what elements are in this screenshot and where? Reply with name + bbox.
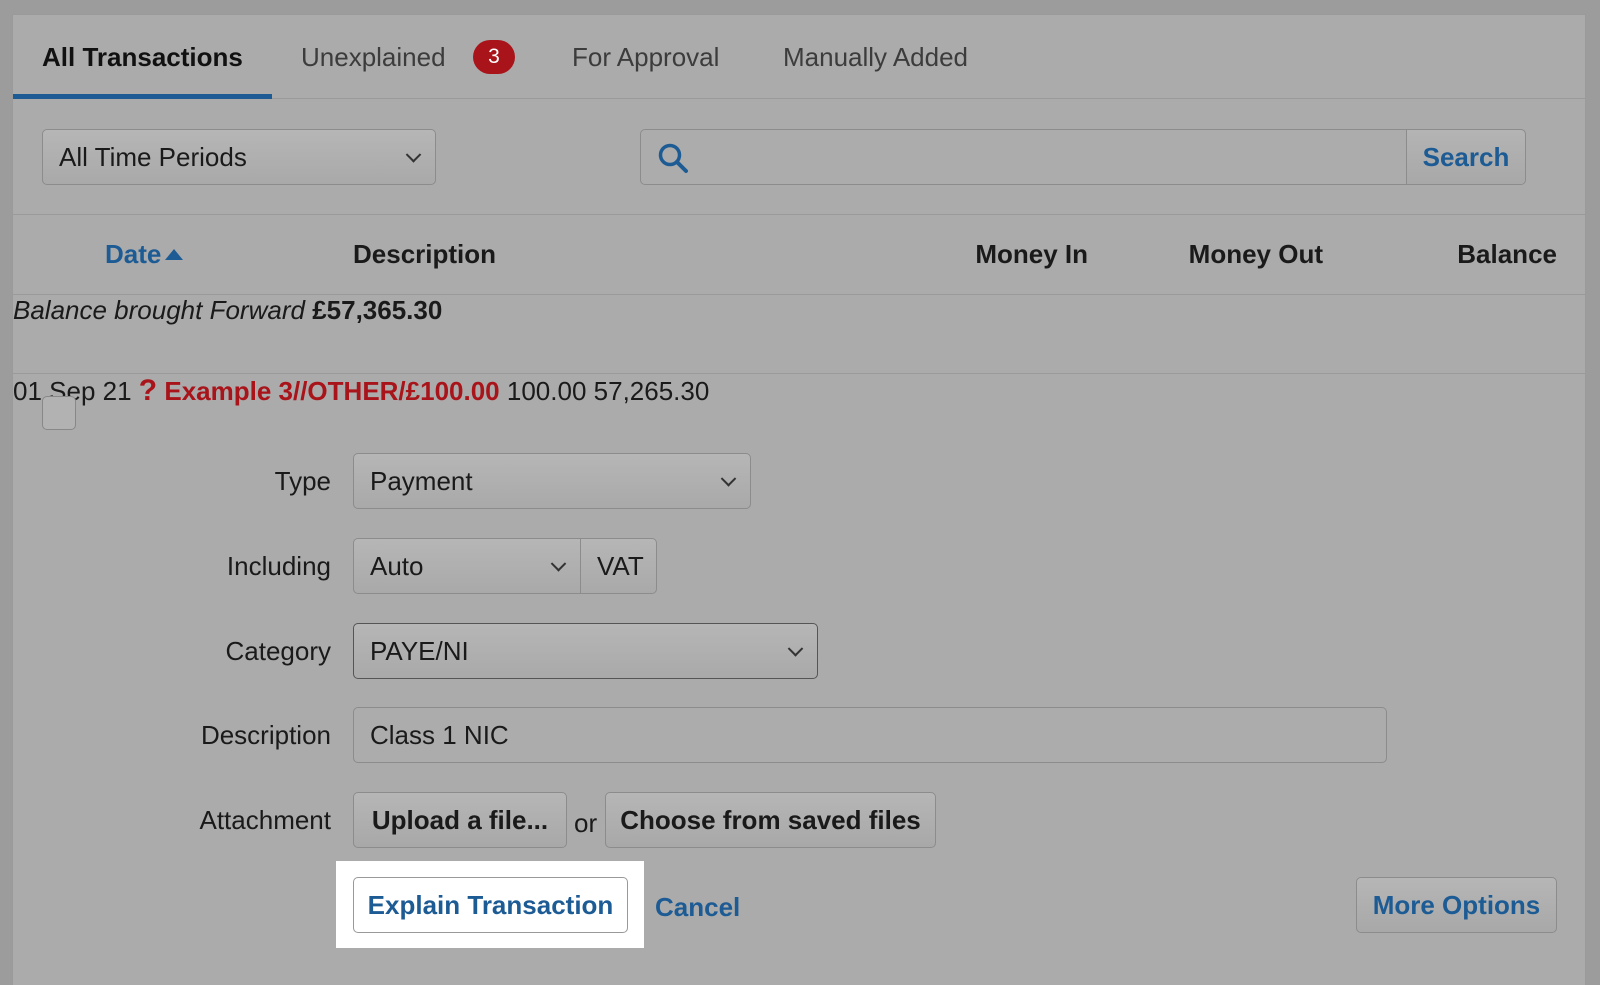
money-in-column-header: Money In: [975, 239, 1088, 269]
category-label: Category: [225, 636, 332, 666]
sort-ascending-icon: [165, 249, 184, 260]
chevron-down-icon: [550, 556, 567, 572]
tab-bar: All Transactions Unexplained 3 For Appro…: [13, 15, 1585, 99]
attachment-label: Attachment: [199, 805, 331, 835]
time-period-select[interactable]: All Time Periods: [42, 129, 436, 185]
explain-transaction-button[interactable]: Explain Transaction: [353, 877, 628, 933]
chevron-down-icon: [720, 471, 737, 487]
table-header: Date Description Money In Money Out Bala…: [13, 215, 1585, 295]
unexplained-question-icon: ?: [138, 374, 158, 407]
search-button[interactable]: Search: [1406, 130, 1525, 184]
tab-all-transactions[interactable]: All Transactions: [42, 15, 243, 99]
type-select[interactable]: Payment: [353, 453, 751, 509]
tab-manually-added[interactable]: Manually Added: [783, 15, 968, 99]
upload-file-button[interactable]: Upload a file...: [353, 792, 567, 848]
row-select-checkbox[interactable]: [42, 396, 76, 430]
brought-forward-label: Balance brought Forward: [13, 295, 305, 325]
chevron-down-icon: [787, 641, 804, 657]
vat-addon: VAT: [580, 538, 657, 594]
including-select[interactable]: Auto: [353, 538, 581, 594]
including-label: Including: [226, 551, 331, 581]
description-column-header: Description: [353, 239, 497, 269]
more-options-button[interactable]: More Options: [1356, 877, 1557, 933]
search-input[interactable]: [701, 132, 1401, 182]
type-value: Payment: [370, 466, 473, 496]
transaction-balance: 57,265.30: [593, 376, 710, 406]
unexplained-count-badge: 3: [473, 40, 515, 74]
money-out-column-header: Money Out: [1188, 239, 1323, 269]
tab-unexplained[interactable]: Unexplained: [301, 15, 446, 99]
description-label: Description: [200, 720, 331, 750]
tab-for-approval[interactable]: For Approval: [572, 15, 719, 99]
transactions-panel: All Transactions Unexplained 3 For Appro…: [12, 14, 1586, 985]
search-box: Search: [640, 129, 1526, 185]
type-label: Type: [274, 466, 331, 496]
date-header-label: Date: [105, 239, 162, 269]
filter-row: All Time Periods Search: [13, 99, 1585, 215]
balance-column-header: Balance: [1457, 239, 1557, 269]
search-icon: [658, 143, 688, 173]
or-text: or: [574, 808, 598, 838]
category-value: PAYE/NI: [370, 636, 469, 666]
including-value: Auto: [370, 551, 424, 581]
balance-brought-forward-row: Balance brought Forward £57,365.30: [13, 295, 1585, 374]
cancel-link[interactable]: Cancel: [655, 892, 740, 923]
transaction-description[interactable]: Example 3//OTHER/£100.00: [164, 376, 499, 406]
description-field[interactable]: Class 1 NIC: [353, 707, 1387, 763]
chevron-down-icon: [405, 147, 422, 163]
vat-label: VAT: [597, 551, 644, 581]
choose-saved-files-button[interactable]: Choose from saved files: [605, 792, 936, 848]
category-select[interactable]: PAYE/NI: [353, 623, 818, 679]
table-row: 01 Sep 21 ? Example 3//OTHER/£100.00 100…: [13, 374, 1585, 454]
date-column-header[interactable]: Date: [105, 239, 184, 270]
transaction-money-out: 100.00: [506, 376, 587, 406]
brought-forward-balance: £57,365.30: [312, 295, 443, 325]
time-period-value: All Time Periods: [59, 142, 247, 172]
